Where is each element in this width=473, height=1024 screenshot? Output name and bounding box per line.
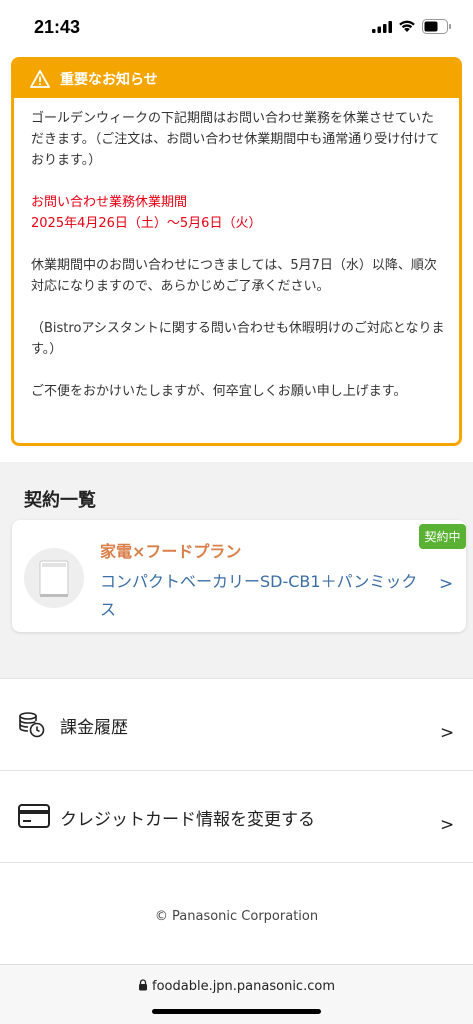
notice-paragraph: ゴールデンウィークの下記期間はお問い合わせ業務を休業させていただきます。（ご注文…: [31, 111, 440, 168]
notice-period: お問い合わせ業務休業期間 2025年4月26日（土）〜5月6日（火）: [31, 192, 445, 234]
cellular-signal-icon: [372, 21, 392, 33]
copyright-text: © Panasonic Corporation: [154, 909, 319, 924]
battery-icon: [422, 19, 451, 34]
notice-paragraph: ご不便をおかけいたしますが、何卒宜しくお願い申し上げます。: [31, 384, 407, 399]
menu-item-label: クレジットカード情報を変更する: [60, 810, 315, 830]
contract-card[interactable]: 契約中 家電×フードプラン コンパクトベーカリーSD-CB1＋パンミックス >: [12, 520, 466, 632]
notice-area: 重要なお知らせ ゴールデンウィークの下記期間はお問い合わせ業務を休業させていただ…: [0, 52, 473, 462]
product-name: コンパクトベーカリーSD-CB1＋パンミックス: [100, 572, 418, 619]
bread-maker-image: [24, 548, 84, 608]
wifi-icon: [399, 20, 415, 32]
menu-item-billing-history[interactable]: 課金履歴 >: [0, 678, 473, 770]
chevron-right-icon: >: [440, 815, 455, 835]
notice-title: 重要なお知らせ: [60, 72, 158, 88]
chevron-right-icon: >: [440, 723, 455, 743]
contracts-section-title: 契約一覧: [24, 490, 96, 511]
warning-icon: [30, 70, 50, 88]
browser-address-bar[interactable]: foodable.jpn.panasonic.com: [0, 964, 473, 1024]
lock-icon: [139, 979, 147, 991]
status-time: 21:43: [34, 17, 81, 37]
status-bar: 21:43: [0, 0, 473, 52]
notice-period-dates: 2025年4月26日（土）〜5月6日（火）: [31, 216, 262, 231]
url-text: foodable.jpn.panasonic.com: [152, 979, 335, 994]
notice-header: 重要なお知らせ: [14, 60, 459, 98]
menu-item-change-credit-card[interactable]: クレジットカード情報を変更する >: [0, 770, 473, 862]
address-url: foodable.jpn.panasonic.com: [0, 979, 473, 994]
page-footer: © Panasonic Corporation: [0, 862, 473, 964]
chevron-right-icon: >: [439, 574, 454, 594]
notice-period-label: お問い合わせ業務休業期間: [31, 195, 188, 210]
menu-item-label: 課金履歴: [60, 718, 128, 738]
status-badge: 契約中: [419, 524, 466, 549]
home-indicator[interactable]: [152, 1009, 321, 1014]
plan-name: 家電×フードプラン: [100, 542, 242, 561]
account-menu: 課金履歴 > クレジットカード情報を変更する >: [0, 678, 473, 862]
notice-body: ゴールデンウィークの下記期間はお問い合わせ業務を休業させていただきます。（ご注文…: [14, 98, 459, 402]
billing-history-icon: [19, 712, 45, 738]
credit-card-icon: [18, 804, 50, 828]
notice-paragraph: （Bistroアシスタントに関する問い合わせも休暇明けのご対応となります。）: [31, 321, 445, 357]
important-notice: 重要なお知らせ ゴールデンウィークの下記期間はお問い合わせ業務を休業させていただ…: [11, 57, 462, 446]
notice-paragraph: 休業期間中のお問い合わせにつきましては、5月7日（水）以降、順次対応になりますの…: [31, 258, 437, 294]
